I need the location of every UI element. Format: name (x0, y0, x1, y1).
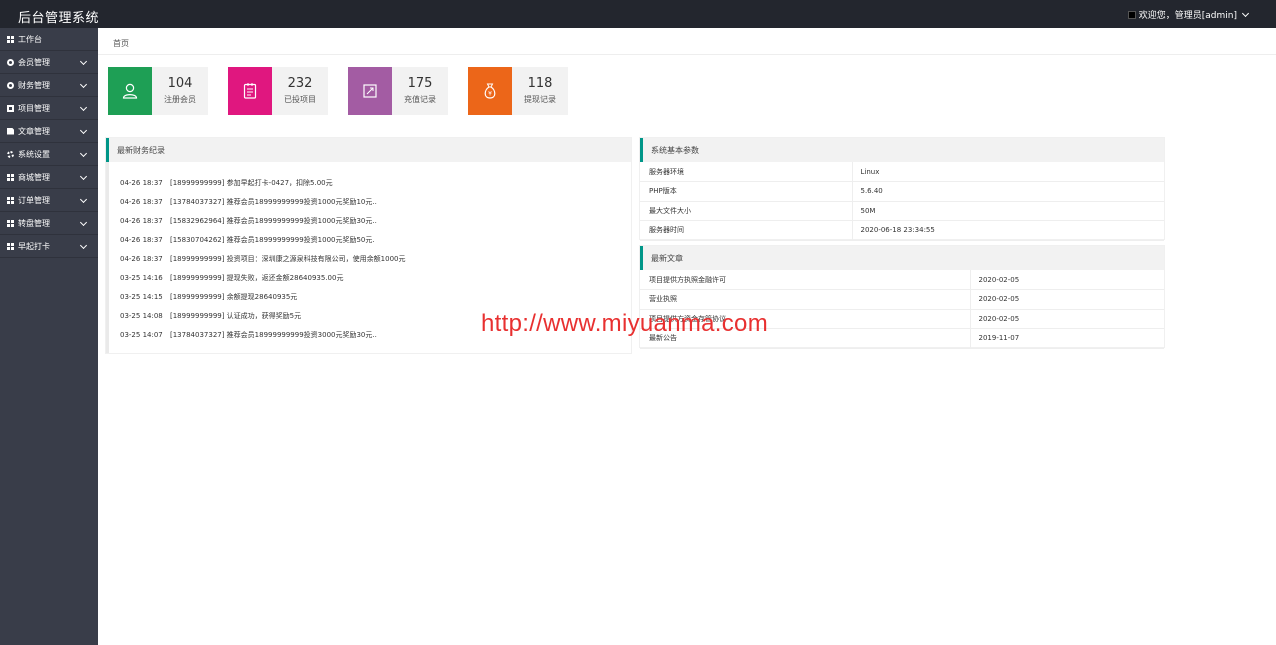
sidebar-item-label: 转盘管理 (18, 218, 50, 228)
system-params-table: 服务器环境 Linux PHP版本 5.6.40 最大文件大小 50M 服务器时间 20… (640, 162, 1164, 241)
sidebar-item-dashboard[interactable]: 工作台 (0, 28, 98, 51)
stat-label: 已投项目 (284, 95, 316, 104)
stat-value: 232 (287, 76, 313, 91)
chevron-down-icon (79, 126, 88, 135)
chevron-down-icon (79, 103, 88, 112)
user-icon (108, 67, 152, 115)
list-item: 04-26 18:37 [18999999999] 参加早起打卡-0427，扣除5… (120, 179, 333, 187)
stat-label: 充值记录 (404, 95, 436, 104)
user-menu[interactable]: 欢迎您，管理员[admin] (1127, 8, 1250, 21)
panel-title: 系统基本参数 (640, 138, 1164, 162)
settings-icon (7, 150, 14, 158)
chevron-down-icon (79, 57, 88, 66)
panel-title: 最新财务纪录 (106, 138, 631, 162)
breadcrumb-home[interactable]: 首页 (113, 38, 129, 49)
stat-card-projects[interactable]: 232 已投项目 (228, 67, 328, 115)
table-row[interactable]: 营业执照 2020-02-05 (640, 289, 1164, 310)
sidebar-item-label: 系统设置 (18, 149, 50, 159)
mall-icon (7, 173, 14, 181)
sidebar-item-checkin[interactable]: 早起打卡 (0, 235, 98, 258)
chevron-down-icon (79, 195, 88, 204)
article-icon (7, 127, 14, 135)
stat-value: 118 (527, 76, 553, 91)
stat-value: 175 (407, 76, 433, 91)
recharge-icon (348, 67, 392, 115)
sidebar-item-label: 工作台 (18, 34, 42, 44)
stat-value: 104 (167, 76, 193, 91)
dashboard-icon (7, 35, 14, 43)
sidebar: 工作台 会员管理 财务管理 项目管理 文章管理 系统设置 商城管理 订单管理 转… (0, 28, 98, 645)
chevron-down-icon (79, 80, 88, 89)
svg-text:¥: ¥ (488, 91, 492, 98)
project-icon (7, 104, 14, 112)
list-item: 03-25 14:16 [18999999999] 提现失败，返还金额286409… (120, 274, 344, 282)
sidebar-item-wheel[interactable]: 转盘管理 (0, 212, 98, 235)
sidebar-item-label: 项目管理 (18, 103, 50, 113)
breadcrumb: 首页 (98, 28, 1276, 55)
checkin-icon (7, 242, 14, 250)
system-params-panel: 系统基本参数 服务器环境 Linux PHP版本 5.6.40 最大文件大小 50M … (639, 137, 1165, 241)
sidebar-item-articles[interactable]: 文章管理 (0, 120, 98, 143)
wheel-icon (7, 219, 14, 227)
sidebar-item-label: 早起打卡 (18, 241, 50, 251)
avatar (1127, 10, 1136, 19)
stat-label: 注册会员 (164, 95, 196, 104)
stat-card-withdraw[interactable]: ¥ 118 提现记录 (468, 67, 568, 115)
chevron-down-icon (79, 172, 88, 181)
chevron-down-icon (79, 241, 88, 250)
sidebar-item-members[interactable]: 会员管理 (0, 51, 98, 74)
chevron-down-icon (79, 218, 88, 227)
sidebar-item-finance[interactable]: 财务管理 (0, 74, 98, 97)
table-row: 最大文件大小 50M (640, 201, 1164, 221)
sidebar-item-label: 财务管理 (18, 80, 50, 90)
sidebar-item-label: 文章管理 (18, 126, 50, 136)
watermark: http://www.miyuanma.com (481, 310, 768, 337)
sidebar-item-projects[interactable]: 项目管理 (0, 97, 98, 120)
panel-title: 最新文章 (640, 246, 1164, 270)
table-row[interactable]: 项目提供方执照金融许可 2020-02-05 (640, 270, 1164, 290)
sidebar-item-mall[interactable]: 商城管理 (0, 166, 98, 189)
table-row: 服务器时间 2020-06-18 23:34:55 (640, 220, 1164, 241)
stat-card-recharge[interactable]: 175 充值记录 (348, 67, 448, 115)
stat-card-members[interactable]: 104 注册会员 (108, 67, 208, 115)
list-item: 03-25 14:07 [13784037327] 推荐会员18999999999… (120, 331, 377, 339)
order-icon (7, 196, 14, 204)
clipboard-icon (228, 67, 272, 115)
chevron-down-icon (1241, 9, 1250, 17)
money-bag-icon: ¥ (468, 67, 512, 115)
stat-label: 提现记录 (524, 95, 556, 104)
sidebar-item-label: 会员管理 (18, 57, 50, 67)
list-item: 03-25 14:15 [18999999999] 余额提现28640935元 (120, 293, 298, 301)
chevron-down-icon (79, 149, 88, 158)
list-item: 03-25 14:08 [18999999999] 认证成功，获得奖励5元 (120, 312, 302, 320)
sidebar-item-label: 订单管理 (18, 195, 50, 205)
user-greeting: 欢迎您，管理员[admin] (1138, 11, 1237, 21)
table-row: 服务器环境 Linux (640, 162, 1164, 182)
sidebar-item-label: 商城管理 (18, 172, 50, 182)
list-item: 04-26 18:37 [18999999999] 投资项目：深圳康之源泉科技有限… (120, 255, 406, 263)
list-item: 04-26 18:37 [15830704262] 推荐会员18999999999… (120, 236, 375, 244)
list-item: 04-26 18:37 [15832962964] 推荐会员18999999999… (120, 217, 377, 225)
member-icon (7, 58, 14, 66)
sidebar-item-orders[interactable]: 订单管理 (0, 189, 98, 212)
finance-icon (7, 81, 14, 89)
app-title: 后台管理系统 (18, 11, 100, 26)
sidebar-item-settings[interactable]: 系统设置 (0, 143, 98, 166)
top-header: 后台管理系统 欢迎您，管理员[admin] (0, 0, 1276, 28)
list-item: 04-26 18:37 [13784037327] 推荐会员18999999999… (120, 198, 377, 206)
table-row: PHP版本 5.6.40 (640, 181, 1164, 202)
